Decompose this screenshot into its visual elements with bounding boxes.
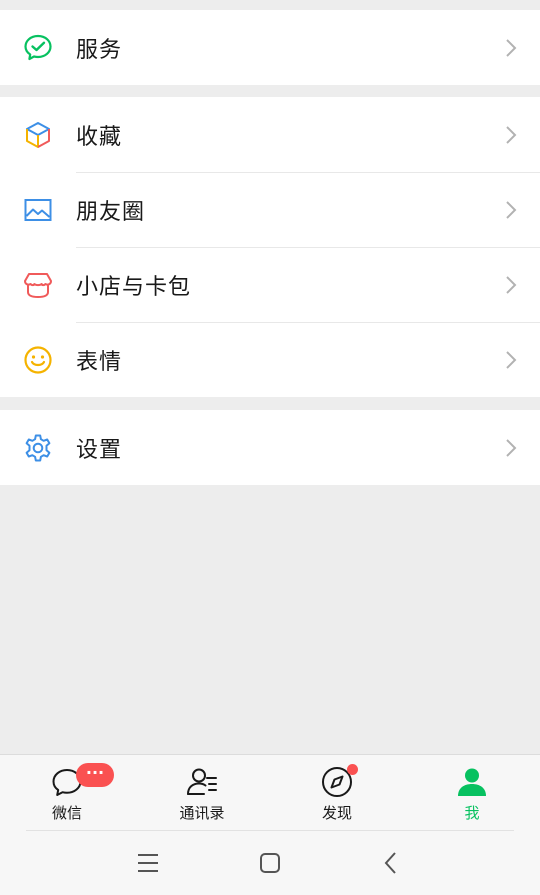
menu-label-settings: 设置	[76, 437, 123, 463]
compass-icon	[320, 764, 358, 799]
chevron-right-icon	[506, 200, 517, 219]
tab-label-discover: 发现	[321, 804, 352, 822]
contacts-icon	[185, 765, 219, 799]
menu-item-services[interactable]: 服务	[0, 10, 540, 85]
tab-chats[interactable]: ··· 微信	[17, 755, 117, 831]
chevron-right-icon	[506, 38, 517, 57]
system-nav-bar	[0, 830, 540, 895]
menu-label-services: 服务	[76, 37, 123, 63]
gear-icon	[23, 433, 53, 463]
tab-discover[interactable]: 发现	[287, 755, 387, 831]
menu-item-store-cards[interactable]: 小店与卡包	[0, 247, 540, 322]
menu-label-favorites: 收藏	[76, 124, 123, 150]
bottom-tab-bar: ··· 微信 通讯录 发现 我	[0, 754, 540, 830]
divider	[26, 830, 514, 831]
person-icon	[455, 765, 489, 799]
menu-item-stickers[interactable]: 表情	[0, 322, 540, 397]
menu-icon[interactable]	[134, 849, 162, 877]
unread-badge: ···	[76, 763, 114, 787]
menu-label-stickers: 表情	[76, 349, 123, 375]
chevron-right-icon	[506, 350, 517, 369]
store-icon	[23, 270, 53, 300]
tab-label-chats: 微信	[51, 804, 82, 822]
menu-label-store-cards: 小店与卡包	[76, 274, 192, 300]
tab-contacts[interactable]: 通讯录	[152, 755, 252, 831]
services-group: 服务	[0, 10, 540, 85]
tab-me[interactable]: 我	[422, 755, 522, 831]
chat-icon: ···	[50, 763, 114, 799]
chevron-right-icon	[506, 438, 517, 457]
settings-group: 设置	[0, 410, 540, 485]
collections-group: 收藏 朋友圈 小店与卡包 表情	[0, 97, 540, 397]
menu-item-settings[interactable]: 设置	[0, 410, 540, 485]
new-content-dot	[347, 764, 358, 775]
back-icon[interactable]	[378, 849, 406, 877]
home-icon[interactable]	[256, 849, 284, 877]
image-icon	[23, 195, 53, 225]
chevron-right-icon	[506, 125, 517, 144]
wechat-pay-icon	[23, 33, 53, 63]
tab-label-me: 我	[464, 804, 480, 822]
menu-label-moments: 朋友圈	[76, 199, 146, 225]
cube-icon	[23, 120, 53, 150]
chevron-right-icon	[506, 275, 517, 294]
tab-label-contacts: 通讯录	[179, 804, 225, 822]
smiley-icon	[23, 345, 53, 375]
menu-item-moments[interactable]: 朋友圈	[0, 172, 540, 247]
menu-item-favorites[interactable]: 收藏	[0, 97, 540, 172]
